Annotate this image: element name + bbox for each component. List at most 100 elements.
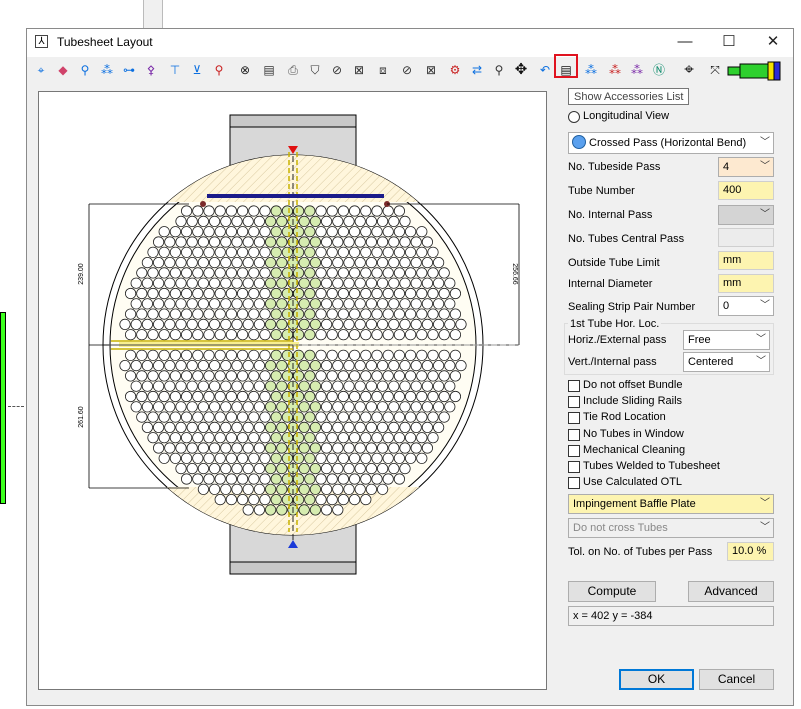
ring-icon[interactable]: ⚲ <box>209 60 229 80</box>
tube <box>315 370 327 382</box>
tube <box>225 493 237 506</box>
tubeside-pass-select[interactable]: 4 ﹀ <box>718 157 774 177</box>
cross-icon[interactable]: ⊘ <box>327 60 347 80</box>
tube <box>259 205 271 217</box>
app-icon: ⅄ <box>35 35 48 48</box>
cross-bold-icon[interactable]: ⊠ <box>349 60 369 80</box>
tube <box>203 246 215 258</box>
pin-icon[interactable]: ⊤ <box>165 60 185 80</box>
tube <box>197 380 209 392</box>
cross-tubes-select[interactable]: Do not cross Tubes ﹀ <box>568 518 774 538</box>
tolerance-field[interactable]: 10.0 % <box>727 542 774 561</box>
tube <box>360 329 372 341</box>
add-tube-icon[interactable]: ⚲ <box>75 60 95 80</box>
tube <box>360 473 372 485</box>
tube <box>404 246 417 258</box>
tube-number-field[interactable]: 400 <box>718 181 774 200</box>
crosshair-icon[interactable]: ⌖ <box>677 60 701 80</box>
ok-button[interactable]: OK <box>619 669 694 690</box>
tube <box>315 205 327 217</box>
dots-purple-icon[interactable]: ⁂ <box>627 60 647 80</box>
tube <box>332 442 344 454</box>
checkbox-no-tubes-window[interactable] <box>568 429 580 441</box>
zoom-icon[interactable]: ⚲ <box>489 60 509 80</box>
longitudinal-view-radio[interactable] <box>568 111 580 123</box>
checkbox-do-not-offset[interactable] <box>568 380 580 392</box>
tube <box>365 236 377 248</box>
vert-pass-select[interactable]: Centered ﹀ <box>683 352 770 372</box>
tube <box>192 226 204 238</box>
tube <box>315 349 327 361</box>
drawing-canvas[interactable]: 239.00 261.60 256.66 <box>38 91 547 690</box>
central-pass-field[interactable] <box>718 228 774 247</box>
close-button[interactable]: ✕ <box>751 29 795 57</box>
title-bar[interactable]: ⅄ Tubesheet Layout — ☐ ✕ <box>27 29 793 57</box>
tube <box>169 267 181 279</box>
tube <box>421 442 433 454</box>
tube <box>186 215 198 227</box>
plug-icon[interactable]: ⚴ <box>141 60 161 80</box>
n-icon[interactable]: Ⓝ <box>649 60 669 80</box>
tube <box>147 349 159 361</box>
report-icon[interactable]: ▤ <box>259 60 279 80</box>
bolt-icon[interactable]: ⊗ <box>235 60 255 80</box>
select-icon[interactable]: ⌖ <box>31 60 51 80</box>
cancel-button[interactable]: Cancel <box>699 669 774 690</box>
compute-button[interactable]: Compute <box>568 581 656 602</box>
tube <box>309 442 321 454</box>
tube <box>309 359 321 372</box>
refresh-icon[interactable]: ⇄ <box>467 60 487 80</box>
tube <box>175 298 187 310</box>
tube <box>432 298 445 310</box>
add-tubes-icon[interactable]: ⁂ <box>97 60 117 80</box>
checkbox-mechanical-cleaning[interactable] <box>568 445 580 457</box>
tube <box>382 226 394 238</box>
tube <box>416 390 428 403</box>
move-icon[interactable]: ✥ <box>511 60 531 80</box>
dots-red-icon[interactable]: ⁂ <box>605 60 625 80</box>
pass-type-select[interactable]: Crossed Pass (Horizontal Bend) ﹀ <box>568 132 774 154</box>
tube <box>326 205 338 217</box>
tie-rod-icon[interactable]: ⊶ <box>119 60 139 80</box>
tube <box>125 390 137 403</box>
tube <box>376 215 389 227</box>
x-move-icon[interactable]: ⤧ <box>705 60 725 80</box>
print-icon[interactable]: ⎙ <box>283 60 303 80</box>
plate-icon[interactable]: ⊘ <box>397 60 417 80</box>
checkbox-tubes-welded[interactable] <box>568 461 580 473</box>
dots-icon[interactable]: ⁂ <box>581 60 601 80</box>
horiz-pass-select[interactable]: Free ﹀ <box>683 330 770 350</box>
tube <box>360 226 372 238</box>
checkbox-calculated-otl[interactable] <box>568 477 580 489</box>
advanced-button[interactable]: Advanced <box>688 581 774 602</box>
bundle-icon[interactable] <box>727 61 781 81</box>
tube <box>248 267 260 279</box>
tube <box>209 298 221 310</box>
internal-pass-select[interactable]: ﹀ <box>718 205 774 225</box>
sealing-strip-select[interactable]: 0 ﹀ <box>718 296 774 316</box>
tube <box>181 473 193 485</box>
tube <box>242 359 254 372</box>
tube <box>293 390 305 403</box>
tube <box>332 215 344 227</box>
shield-icon[interactable]: ⛉ <box>305 60 325 80</box>
marker-icon[interactable]: ⊻ <box>187 60 207 80</box>
maximize-button[interactable]: ☐ <box>707 29 751 57</box>
checkbox-sliding-rails[interactable] <box>568 396 580 408</box>
minimize-button[interactable]: — <box>663 29 707 57</box>
tube <box>220 298 232 310</box>
frame-icon[interactable]: ⧈ <box>373 60 393 80</box>
tube <box>225 205 237 217</box>
tube <box>209 318 221 330</box>
block-icon[interactable]: ⊠ <box>421 60 441 80</box>
tube <box>276 401 288 413</box>
undo-icon[interactable]: ↶ <box>535 60 555 80</box>
eraser-icon[interactable]: ◆ <box>53 60 73 80</box>
tube <box>449 308 461 320</box>
merge-icon[interactable]: ⚙ <box>445 60 465 80</box>
otl-field[interactable]: mm <box>718 251 774 270</box>
impingement-select[interactable]: Impingement Baffle Plate ﹀ <box>568 494 774 514</box>
internal-diameter-field[interactable]: mm <box>718 274 774 293</box>
tube <box>360 267 372 279</box>
checkbox-tie-rod[interactable] <box>568 412 580 424</box>
